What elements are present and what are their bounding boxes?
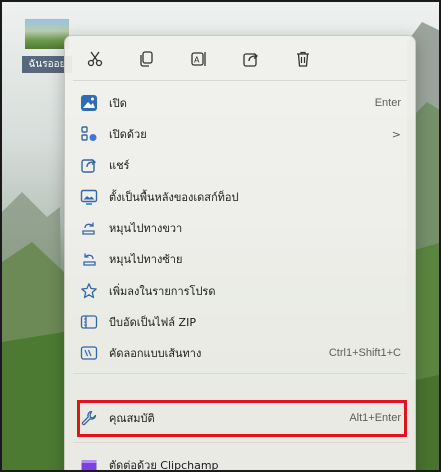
menu-item-share[interactable]: แชร์ bbox=[79, 152, 401, 178]
menu-item-edit-with-clipchamp[interactable]: ตัดต่อด้วย Clipchamp bbox=[79, 452, 401, 472]
menu-item-label: ตั้งเป็นพื้นหลังของเดสก์ท็อป bbox=[109, 191, 239, 204]
menu-divider bbox=[73, 80, 407, 81]
delete-icon[interactable] bbox=[291, 47, 315, 71]
menu-item-compress-zip[interactable]: บีบอัดเป็นไฟล์ ZIP bbox=[79, 309, 401, 335]
share-icon bbox=[79, 155, 99, 175]
menu-item-label: เปิดด้วย bbox=[109, 128, 147, 141]
zip-icon bbox=[79, 312, 99, 332]
menu-item-copy-as-path[interactable]: คัดลอกแบบเส้นทาง Ctrl1+Shift1+C bbox=[79, 340, 401, 366]
menu-item-label: หมุนไปทางซ้าย bbox=[109, 253, 183, 266]
share-icon[interactable] bbox=[239, 47, 263, 71]
menu-item-add-to-favorites[interactable]: เพิ่มลงในรายการโปรด bbox=[79, 278, 401, 304]
menu-item-label: แชร์ bbox=[109, 159, 130, 172]
photo-icon bbox=[79, 93, 99, 113]
menu-item-rotate-right[interactable]: หมุนไปทางขวา bbox=[79, 215, 401, 241]
menu-item-shortcut: Enter bbox=[374, 97, 401, 109]
menu-item-set-desktop-background[interactable]: ตั้งเป็นพื้นหลังของเดสก์ท็อป bbox=[79, 184, 401, 210]
screenshot-frame: ฉันรออย A เปิด Enter เปิดด้วย > แชร์ ตั้… bbox=[0, 0, 441, 472]
menu-item-open-with[interactable]: เปิดด้วย > bbox=[79, 121, 401, 147]
rename-icon[interactable]: A bbox=[187, 47, 211, 71]
quick-action-bar: A bbox=[83, 46, 315, 72]
menu-item-label: ตัดต่อด้วย Clipchamp bbox=[109, 459, 219, 472]
properties-highlight-box bbox=[77, 400, 407, 437]
menu-divider bbox=[73, 442, 407, 443]
menu-item-shortcut: Ctrl1+Shift1+C bbox=[328, 347, 401, 359]
open-with-icon bbox=[79, 124, 99, 144]
menu-item-label: หมุนไปทางขวา bbox=[109, 222, 183, 235]
copy-path-icon bbox=[79, 343, 99, 363]
menu-item-open[interactable]: เปิด Enter bbox=[79, 90, 401, 116]
submenu-arrow-icon: > bbox=[391, 127, 401, 141]
cut-icon[interactable] bbox=[83, 47, 107, 71]
copy-icon[interactable] bbox=[135, 47, 159, 71]
menu-item-rotate-left[interactable]: หมุนไปทางซ้าย bbox=[79, 246, 401, 272]
menu-item-label: คัดลอกแบบเส้นทาง bbox=[109, 347, 202, 360]
rotate-left-icon bbox=[79, 249, 99, 269]
menu-item-label: บีบอัดเป็นไฟล์ ZIP bbox=[109, 316, 196, 329]
desktop-background-icon bbox=[79, 187, 99, 207]
rotate-right-icon bbox=[79, 218, 99, 238]
star-icon bbox=[79, 281, 99, 301]
svg-text:A: A bbox=[194, 56, 200, 65]
menu-item-label: เพิ่มลงในรายการโปรด bbox=[109, 285, 216, 298]
menu-item-label: เปิด bbox=[109, 97, 127, 110]
clipchamp-icon bbox=[79, 455, 99, 470]
menu-divider bbox=[73, 373, 407, 374]
